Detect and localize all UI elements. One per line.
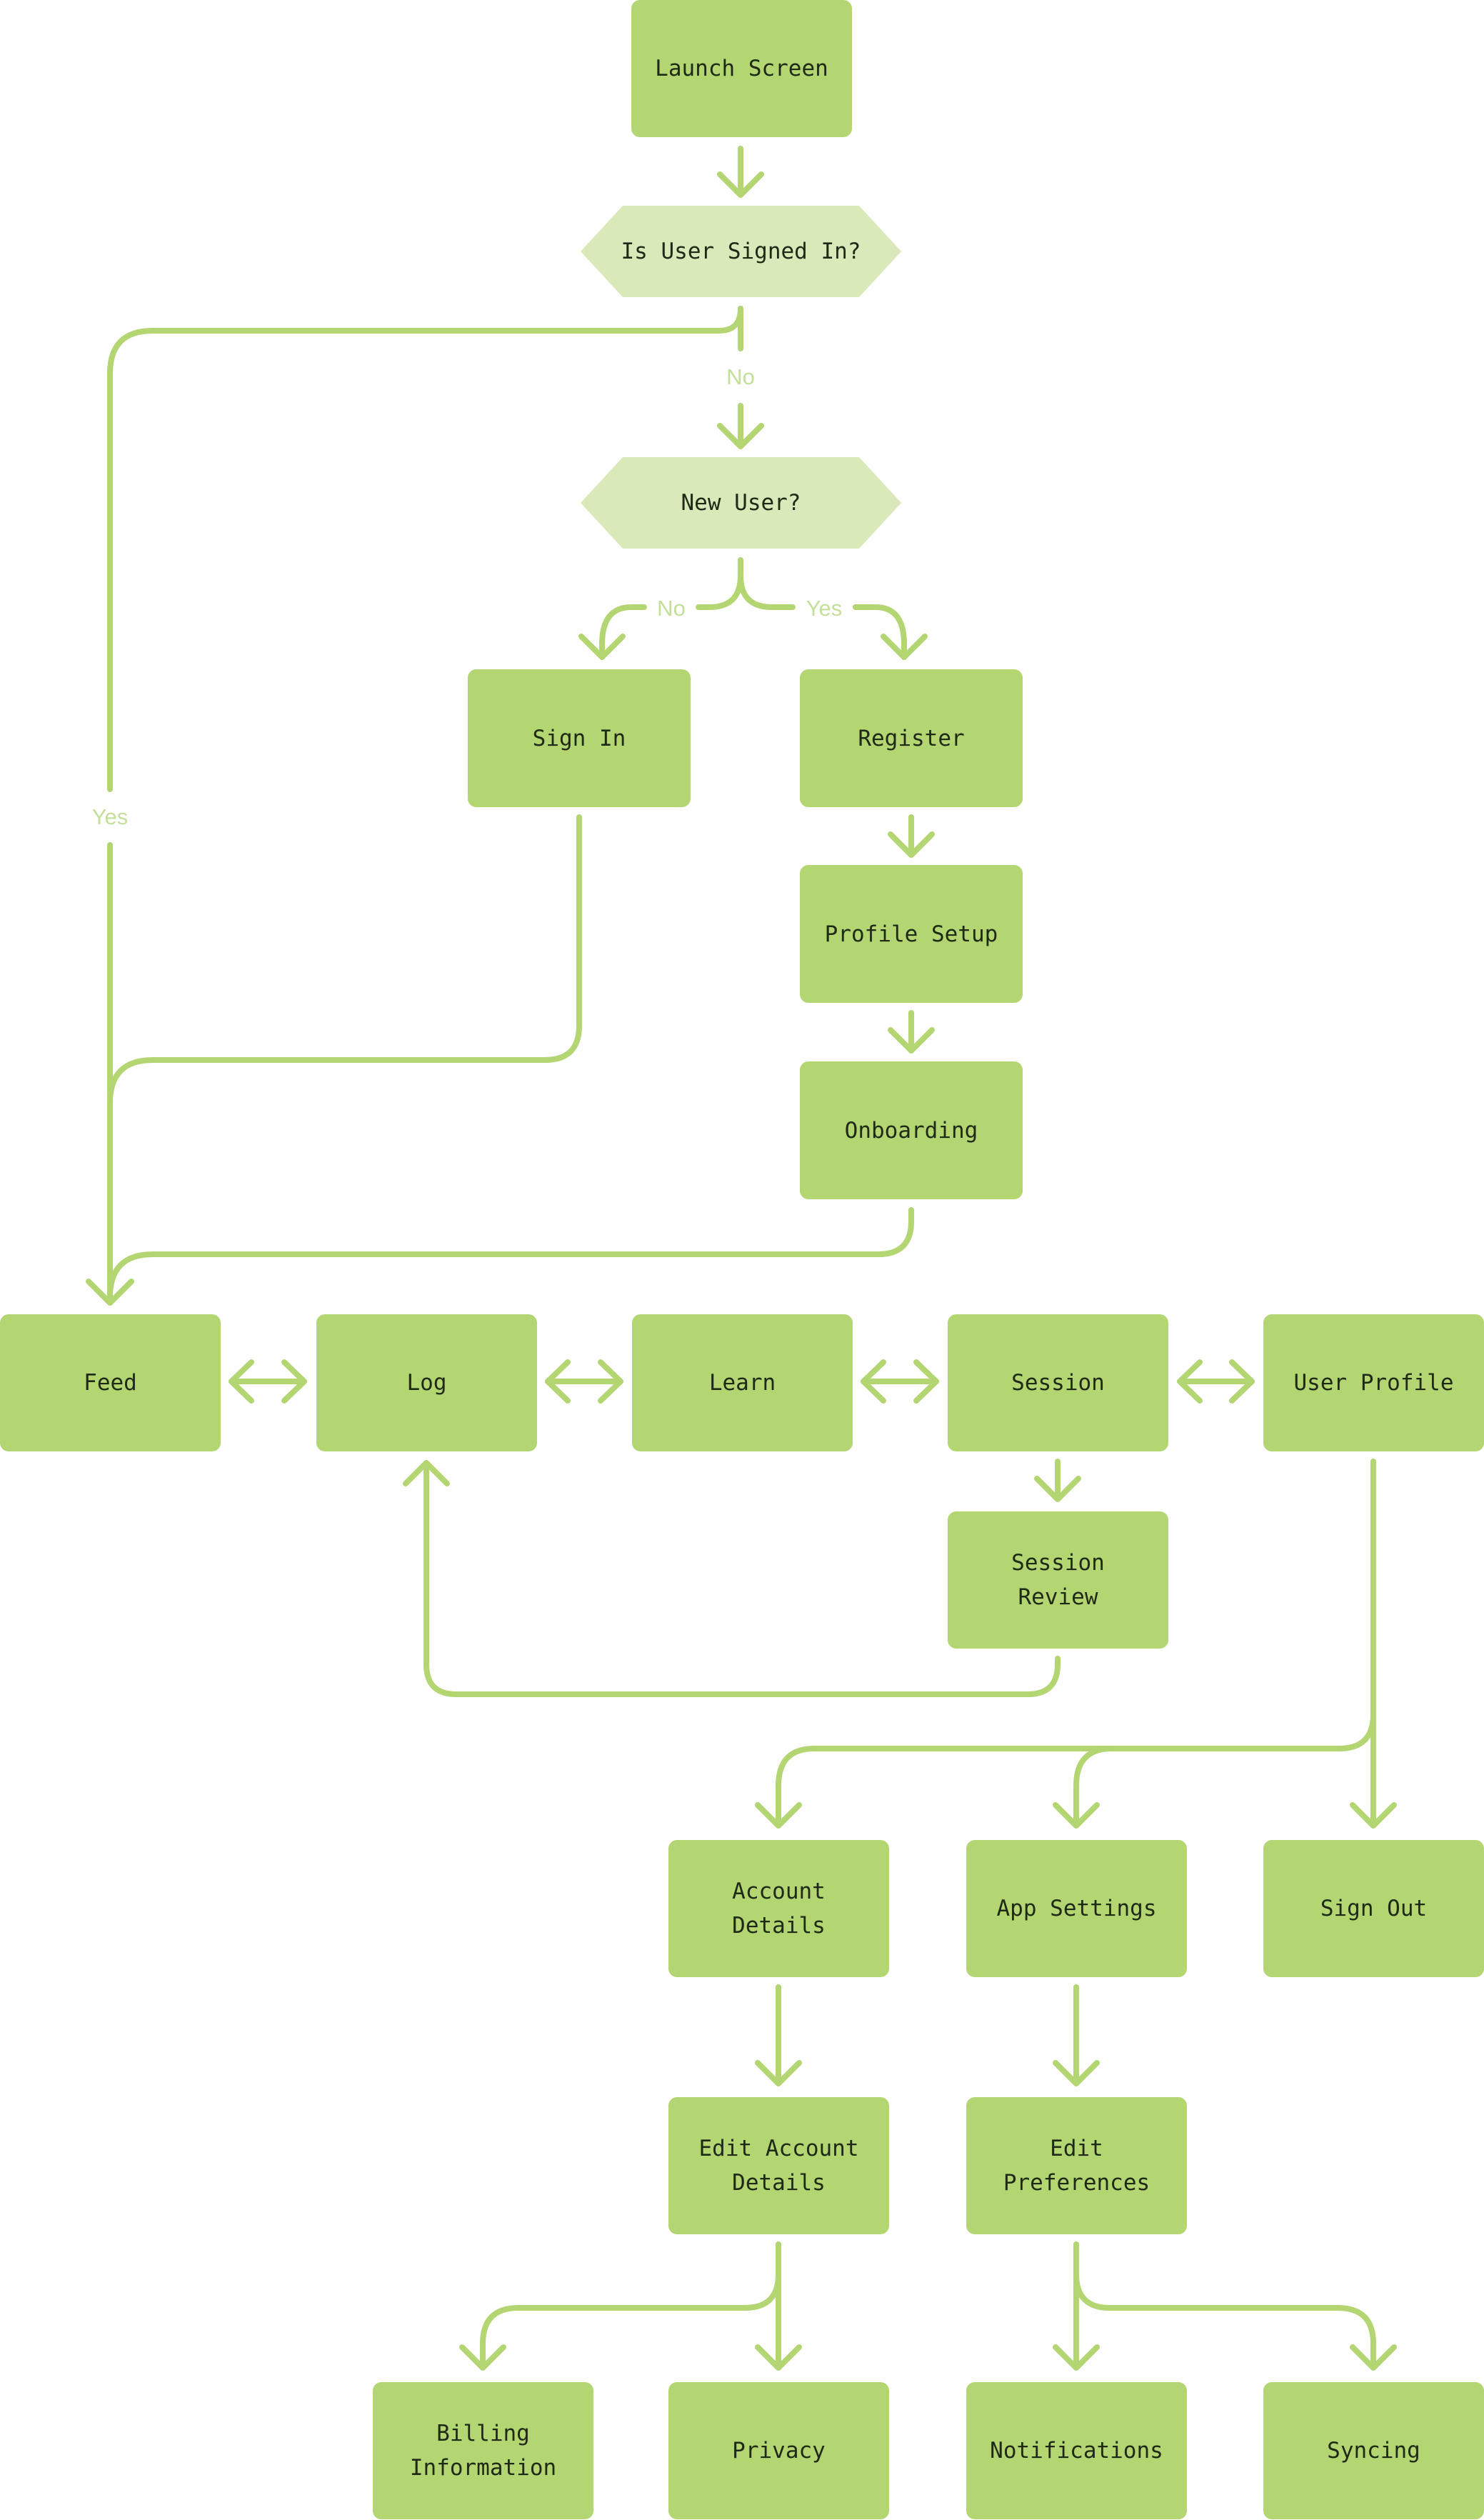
arrow-session-user-profile <box>1177 1359 1255 1404</box>
arrow-onboarding-to-feed <box>107 1207 914 1300</box>
arrow-settings-to-preferences <box>1053 1984 1100 2086</box>
node-label: New User? <box>681 490 801 516</box>
node-account-details[interactable]: Account Details <box>668 1840 889 1977</box>
node-sign-out[interactable]: Sign Out <box>1263 1840 1484 1977</box>
arrow-feed-log <box>229 1359 307 1404</box>
arrow-log-learn <box>545 1359 623 1404</box>
node-label: Feed <box>84 1370 137 1396</box>
node-label: Sign Out <box>1320 1896 1428 1921</box>
node-session[interactable]: Session <box>948 1314 1168 1451</box>
node-label: Log <box>406 1370 447 1396</box>
node-edit-account-details[interactable]: Edit Account Details <box>668 2097 889 2234</box>
edge-label-signed-in-no: No <box>726 364 755 389</box>
node-app-settings[interactable]: App Settings <box>966 1840 1187 1977</box>
decision-is-user-signed-in[interactable]: Is User Signed In? <box>581 206 901 297</box>
node-label: App Settings <box>996 1896 1157 1921</box>
node-log[interactable]: Log <box>316 1314 537 1451</box>
arrow-launch-to-signed-in <box>717 146 764 198</box>
arrow-profile-setup-to-onboarding <box>888 1010 935 1054</box>
arrow-sign-in-to-feed <box>107 814 582 1106</box>
arrow-edit-preferences-branches <box>1053 2241 1397 2371</box>
decision-new-user[interactable]: New User? <box>581 457 901 549</box>
arrow-account-to-edit <box>755 1984 802 2086</box>
arrow-learn-session <box>861 1359 939 1404</box>
node-edit-preferences[interactable]: Edit Preferences <box>966 2097 1187 2234</box>
node-label: Register <box>858 725 965 751</box>
node-label: Onboarding <box>844 1117 978 1144</box>
node-profile-setup[interactable]: Profile Setup <box>800 865 1023 1003</box>
node-label: Sign In <box>532 725 626 751</box>
node-label: Session Review <box>1011 1550 1105 1610</box>
node-label: Billing Information <box>409 2421 557 2481</box>
node-sign-in[interactable]: Sign In <box>468 669 691 807</box>
node-notifications[interactable]: Notifications <box>966 2382 1187 2519</box>
node-register[interactable]: Register <box>800 669 1023 807</box>
arrow-edit-account-branches <box>459 2241 802 2371</box>
edge-label-new-user-yes: Yes <box>806 596 843 621</box>
node-syncing[interactable]: Syncing <box>1263 2382 1484 2519</box>
node-feed[interactable]: Feed <box>0 1314 221 1451</box>
arrow-register-to-profile-setup <box>888 814 935 858</box>
node-privacy[interactable]: Privacy <box>668 2382 889 2519</box>
node-label: Session <box>1011 1370 1105 1396</box>
node-learn[interactable]: Learn <box>632 1314 853 1451</box>
node-label: Syncing <box>1327 2438 1420 2464</box>
node-label: User Profile <box>1293 1370 1454 1396</box>
node-session-review[interactable]: Session Review <box>948 1511 1168 1649</box>
edge-label-signed-in-yes: Yes <box>91 804 129 829</box>
arrow-session-to-review <box>1034 1459 1081 1502</box>
node-label: Edit Preferences <box>1003 2136 1150 2196</box>
node-label: Notifications <box>990 2438 1163 2464</box>
node-label: Learn <box>708 1370 776 1396</box>
node-launch-screen[interactable]: Launch Screen <box>631 0 852 137</box>
node-user-profile[interactable]: User Profile <box>1263 1314 1484 1451</box>
node-label: Privacy <box>732 2438 826 2464</box>
edge-label-new-user-no: No <box>657 596 686 621</box>
flowchart-canvas: No Yes No Yes Launch Screen Is User Sign… <box>0 0 1484 2520</box>
arrow-new-user-split <box>578 557 928 660</box>
node-label: Edit Account Details <box>698 2136 859 2196</box>
node-label: Account Details <box>732 1879 826 1939</box>
node-label: Launch Screen <box>655 56 828 81</box>
node-label: Is User Signed In? <box>621 239 861 264</box>
node-billing-information[interactable]: Billing Information <box>373 2382 593 2519</box>
node-onboarding[interactable]: Onboarding <box>800 1061 1023 1199</box>
node-label: Profile Setup <box>824 921 998 947</box>
